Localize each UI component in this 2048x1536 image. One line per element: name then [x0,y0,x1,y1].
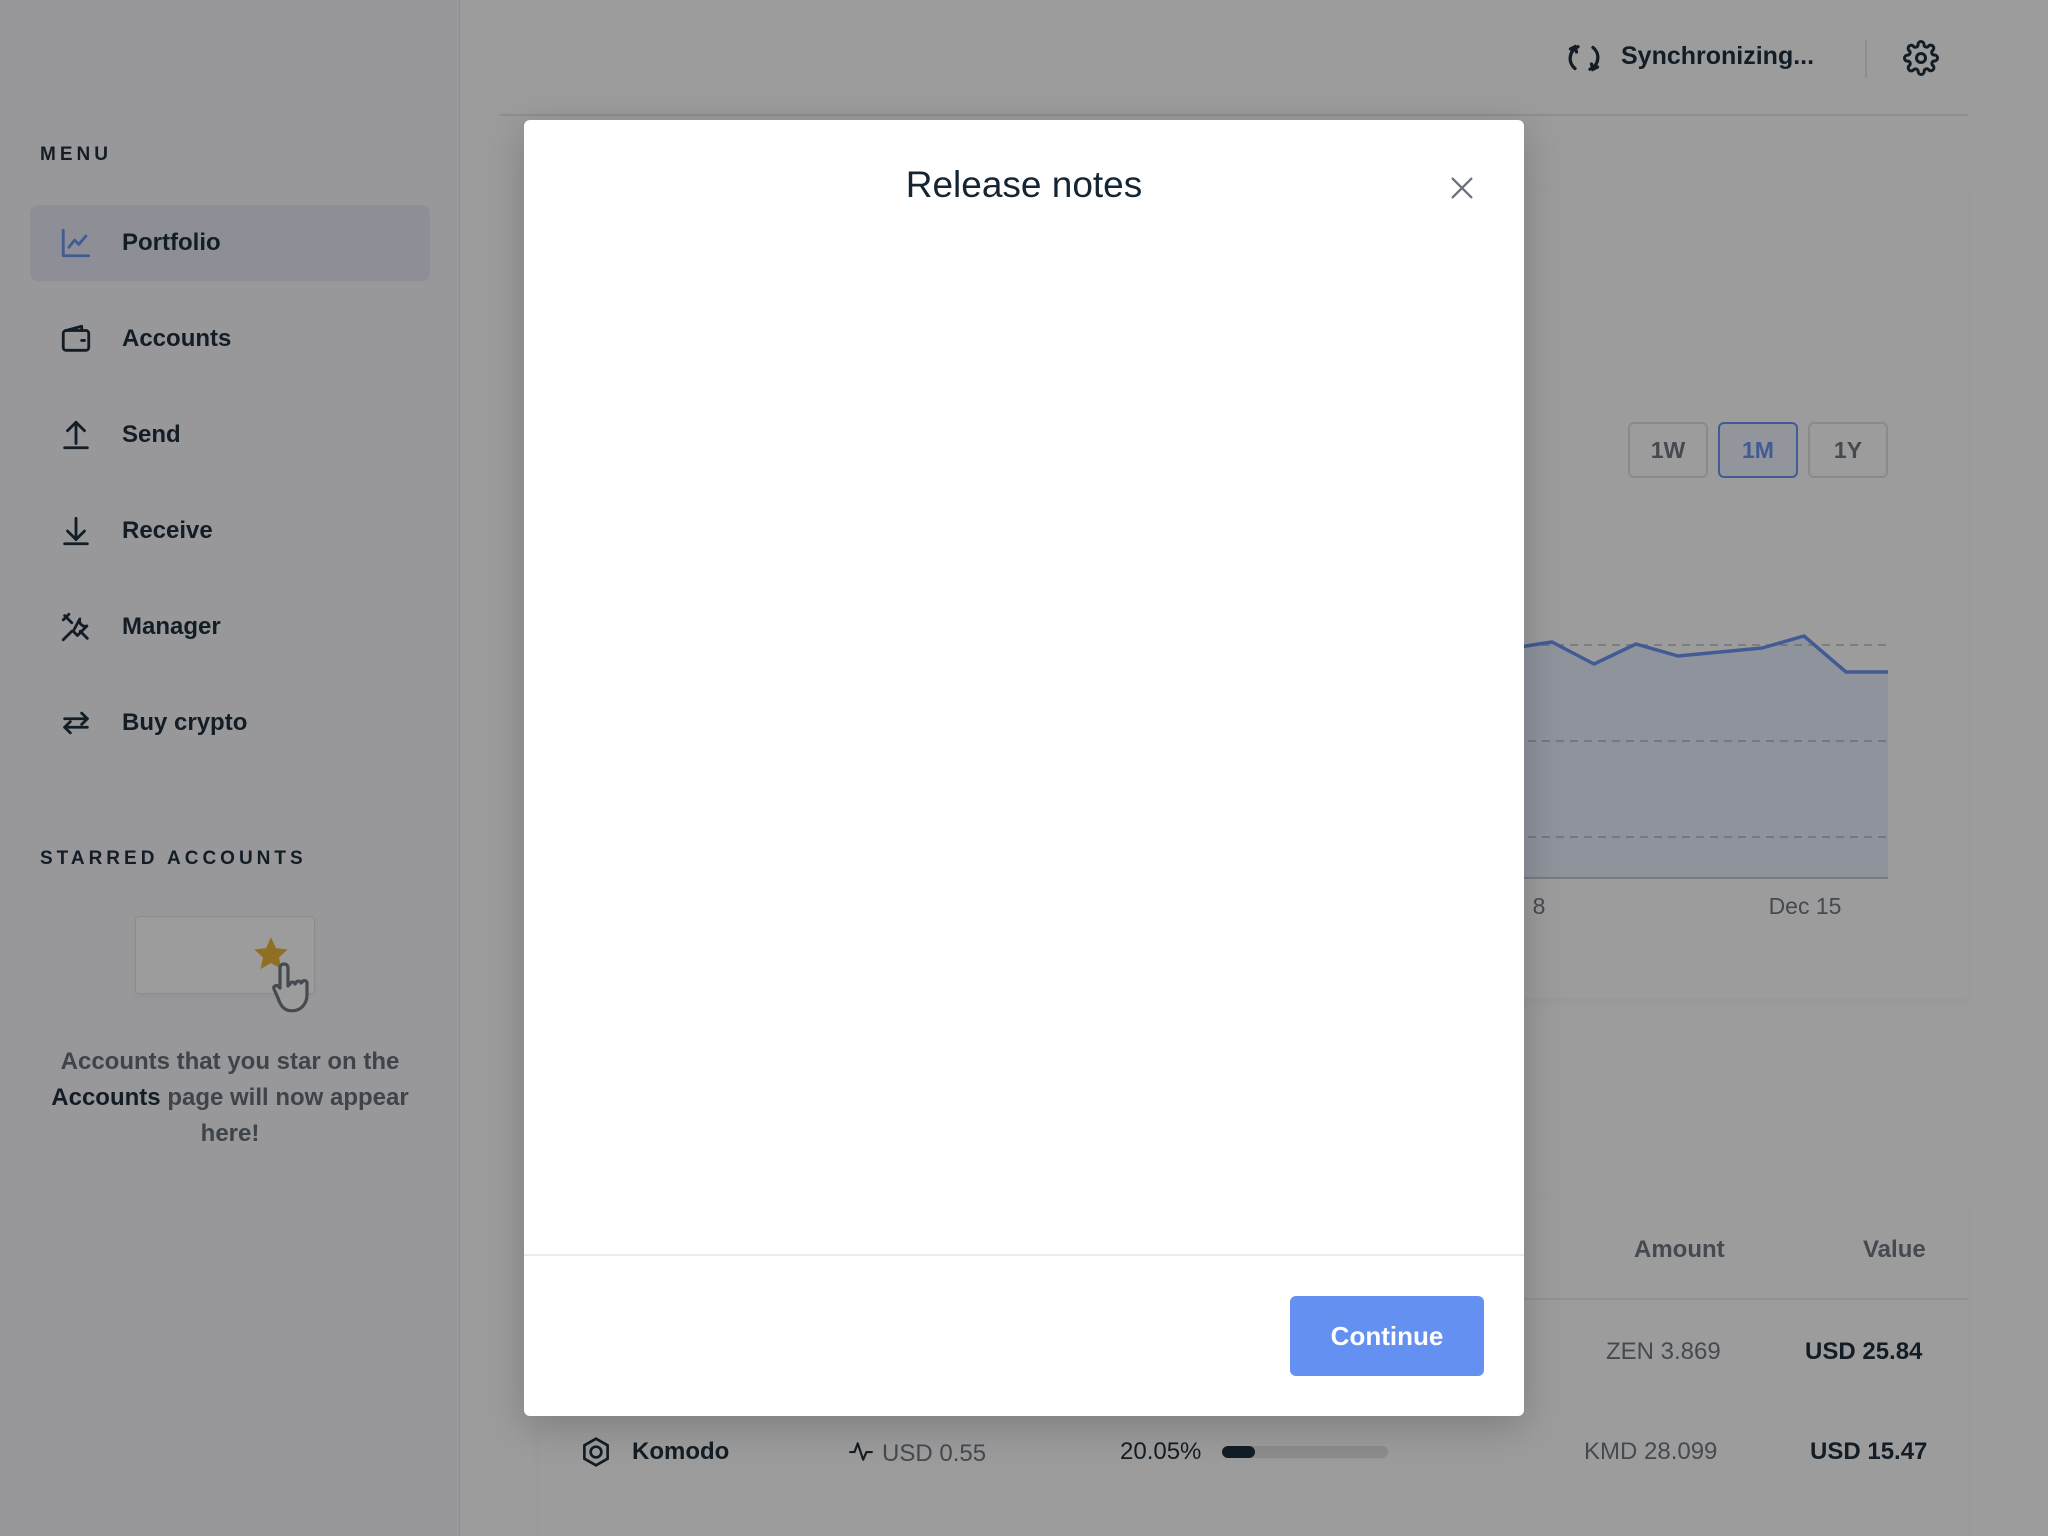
modal-body [524,250,1524,1374]
continue-button[interactable]: Continue [1290,1296,1484,1376]
close-icon [1448,174,1476,207]
release-notes-modal: Release notes Continue [524,120,1524,1416]
modal-footer-divider [524,1254,1524,1256]
modal-title: Release notes [905,164,1143,205]
close-button[interactable] [1442,170,1482,210]
